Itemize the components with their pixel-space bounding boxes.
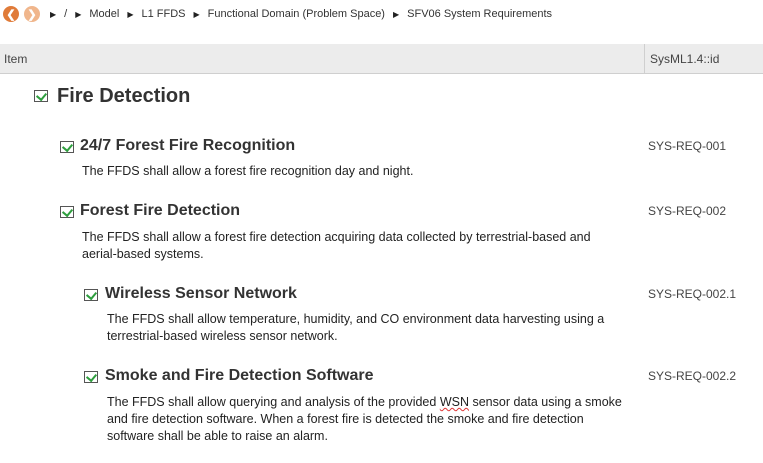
chevron-right-icon[interactable]: ▶: [50, 10, 56, 19]
section-title[interactable]: Fire Detection: [57, 85, 190, 108]
requirement-text-line: software shall be able to raise an alarm…: [107, 429, 328, 443]
column-header: Item SysML1.4::id: [0, 44, 763, 74]
chevron-right-icon[interactable]: ▶: [75, 10, 81, 19]
requirement-text[interactable]: The FFDS shall allow a forest fire detec…: [82, 229, 591, 263]
requirement-text-line: terrestrial-based wireless sensor networ…: [107, 329, 338, 343]
requirement-id[interactable]: SYS-REQ-001: [648, 139, 726, 153]
text-segment: The FFDS shall allow querying and analys…: [107, 395, 440, 409]
requirement-text-line: The FFDS shall allow a forest fire detec…: [82, 230, 591, 244]
breadcrumb-system-requirements[interactable]: SFV06 System Requirements: [407, 8, 552, 20]
column-divider[interactable]: [644, 44, 645, 73]
breadcrumb-bar: ❮ ❯ ▶ / ▶ Model ▶ L1 FFDS ▶ Functional D…: [0, 0, 763, 28]
requirement-title[interactable]: Forest Fire Detection: [80, 202, 240, 220]
breadcrumb: ▶ / ▶ Model ▶ L1 FFDS ▶ Functional Domai…: [48, 0, 558, 28]
requirement-title[interactable]: Smoke and Fire Detection Software: [105, 367, 374, 385]
column-id-header[interactable]: SysML1.4::id: [650, 52, 719, 66]
requirement-id[interactable]: SYS-REQ-002.1: [648, 287, 736, 301]
requirement-title[interactable]: Wireless Sensor Network: [105, 285, 297, 303]
back-arrow-icon[interactable]: ❮: [3, 6, 19, 22]
requirement-check-icon: [34, 90, 48, 102]
requirement-check-icon: [60, 141, 74, 153]
forward-arrow-icon[interactable]: ❯: [24, 6, 40, 22]
requirement-title[interactable]: 24/7 Forest Fire Recognition: [80, 137, 295, 155]
requirement-text-line: The FFDS shall allow querying and analys…: [107, 394, 622, 411]
requirement-id[interactable]: SYS-REQ-002.2: [648, 369, 736, 383]
requirement-text[interactable]: The FFDS shall allow temperature, humidi…: [107, 311, 604, 345]
requirement-text[interactable]: The FFDS shall allow a forest fire recog…: [82, 163, 413, 180]
breadcrumb-root[interactable]: /: [64, 8, 67, 20]
text-segment: sensor data using a smoke: [468, 395, 622, 409]
chevron-right-icon[interactable]: ▶: [393, 10, 399, 19]
spellcheck-word: WSN: [439, 395, 469, 409]
chevron-right-icon[interactable]: ▶: [127, 10, 133, 19]
requirement-check-icon: [84, 289, 98, 301]
requirement-text-line: aerial-based systems.: [82, 247, 204, 261]
requirement-text[interactable]: The FFDS shall allow querying and analys…: [107, 394, 622, 445]
requirement-check-icon: [84, 371, 98, 383]
requirement-text-line: and fire detection software. When a fore…: [107, 412, 584, 426]
requirement-id[interactable]: SYS-REQ-002: [648, 204, 726, 218]
requirement-check-icon: [60, 206, 74, 218]
requirement-text-line: The FFDS shall allow temperature, humidi…: [107, 312, 605, 326]
breadcrumb-model[interactable]: Model: [89, 8, 119, 20]
breadcrumb-functional-domain[interactable]: Functional Domain (Problem Space): [208, 8, 385, 20]
breadcrumb-l1-ffds[interactable]: L1 FFDS: [142, 8, 186, 20]
chevron-right-icon[interactable]: ▶: [194, 10, 200, 19]
column-item-header[interactable]: Item: [4, 52, 27, 66]
